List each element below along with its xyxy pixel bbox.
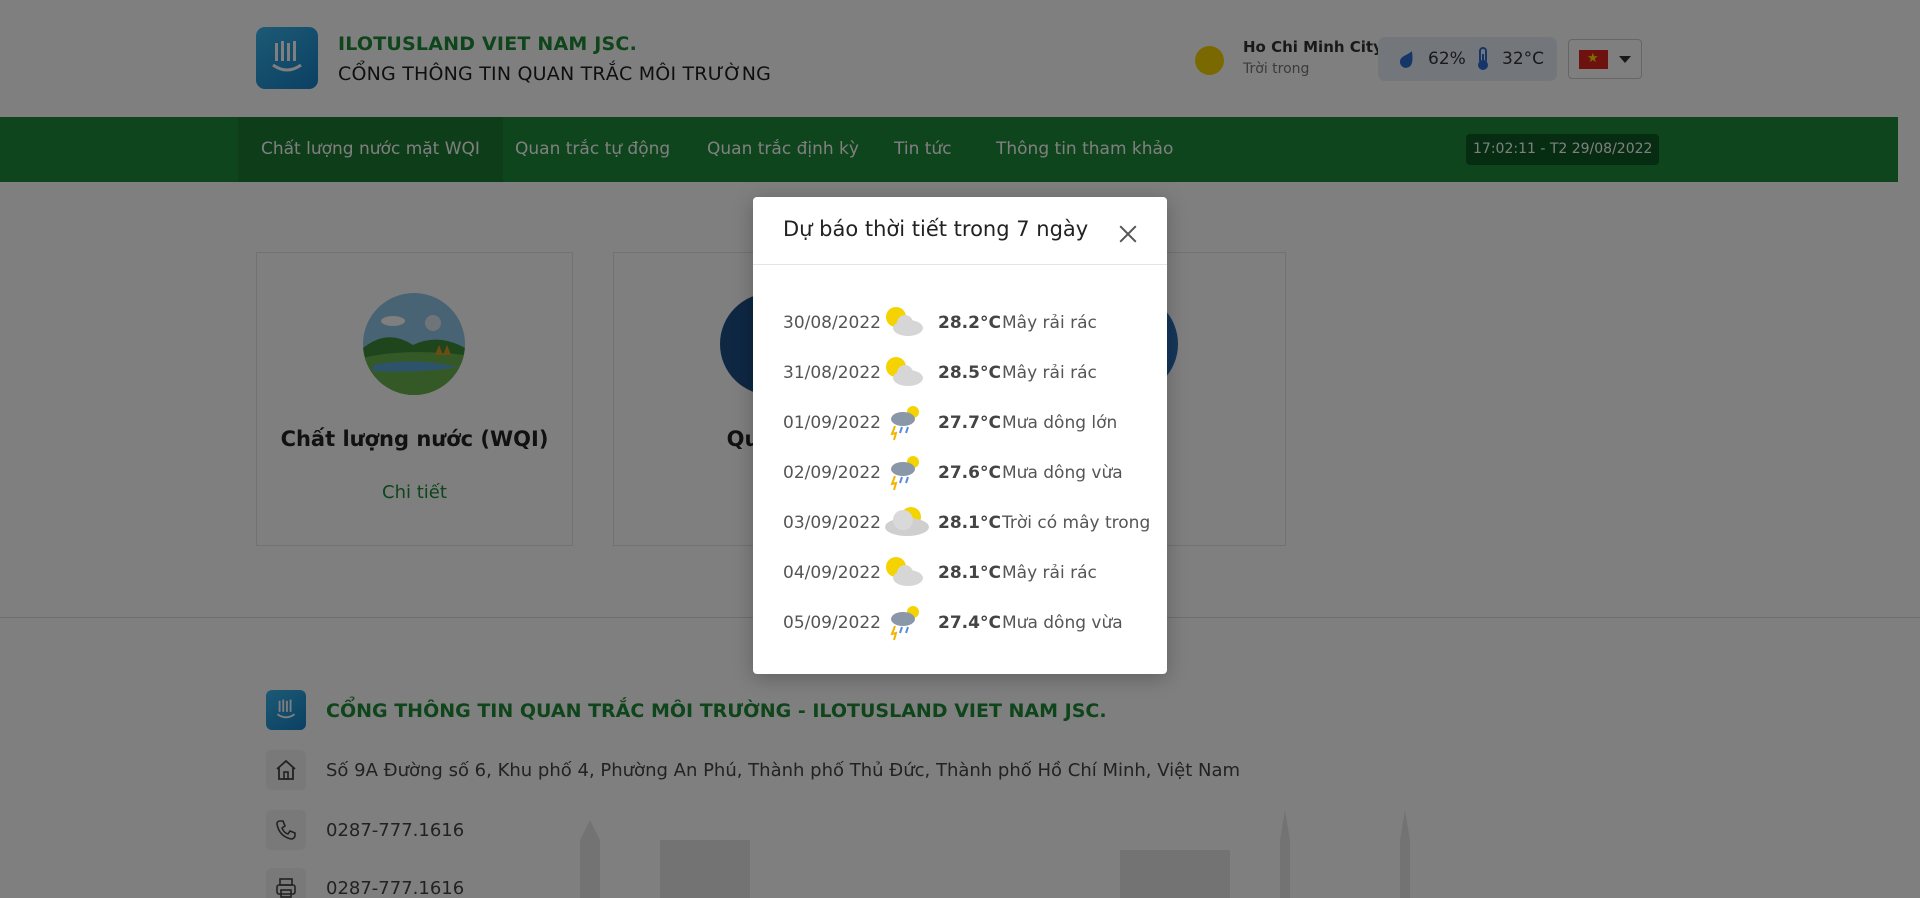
forecast-date: 05/09/2022 <box>783 613 881 633</box>
forecast-desc: Mưa dông vừa <box>1002 613 1123 633</box>
forecast-date: 01/09/2022 <box>783 413 881 433</box>
modal-title: Dự báo thời tiết trong 7 ngày <box>783 217 1089 241</box>
forecast-row: 30/08/2022 28.2°C Mây rải rác <box>783 303 1153 341</box>
forecast-temp: 27.7°C <box>938 413 1001 433</box>
forecast-row: 03/09/2022 28.1°C Trời có mây trong <box>783 503 1153 541</box>
partly-cloudy-icon <box>886 357 923 386</box>
close-icon[interactable] <box>1115 221 1141 247</box>
thunderstorm-icon <box>890 606 919 641</box>
forecast-desc: Mưa dông vừa <box>1002 463 1123 483</box>
forecast-row: 04/09/2022 28.1°C Mây rải rác <box>783 553 1153 591</box>
forecast-temp: 28.1°C <box>938 563 1001 583</box>
forecast-temp: 27.6°C <box>938 463 1001 483</box>
forecast-temp: 28.5°C <box>938 363 1001 383</box>
forecast-desc: Trời có mây trong <box>1002 513 1151 533</box>
forecast-desc: Mây rải rác <box>1002 563 1097 583</box>
forecast-row: 01/09/2022 27.7°C Mưa dông lớn <box>783 403 1153 441</box>
forecast-date: 02/09/2022 <box>783 463 881 483</box>
partly-cloudy-icon <box>886 307 923 336</box>
forecast-temp: 27.4°C <box>938 613 1001 633</box>
partly-cloudy-icon <box>886 557 923 586</box>
forecast-row: 05/09/2022 27.4°C Mưa dông vừa <box>783 603 1153 641</box>
modal-divider <box>753 264 1167 265</box>
forecast-desc: Mưa dông lớn <box>1002 413 1118 433</box>
forecast-row: 31/08/2022 28.5°C Mây rải rác <box>783 353 1153 391</box>
forecast-date: 30/08/2022 <box>783 313 881 333</box>
thunderstorm-icon <box>890 456 919 491</box>
cloudy-icon <box>885 507 929 536</box>
forecast-date: 04/09/2022 <box>783 563 881 583</box>
forecast-row: 02/09/2022 27.6°C Mưa dông vừa <box>783 453 1153 491</box>
thunderstorm-icon <box>890 406 919 441</box>
forecast-desc: Mây rải rác <box>1002 313 1097 333</box>
forecast-modal: Dự báo thời tiết trong 7 ngày 30/08/2022… <box>753 197 1167 674</box>
forecast-temp: 28.2°C <box>938 313 1001 333</box>
forecast-date: 03/09/2022 <box>783 513 881 533</box>
forecast-temp: 28.1°C <box>938 513 1001 533</box>
forecast-date: 31/08/2022 <box>783 363 881 383</box>
forecast-desc: Mây rải rác <box>1002 363 1097 383</box>
